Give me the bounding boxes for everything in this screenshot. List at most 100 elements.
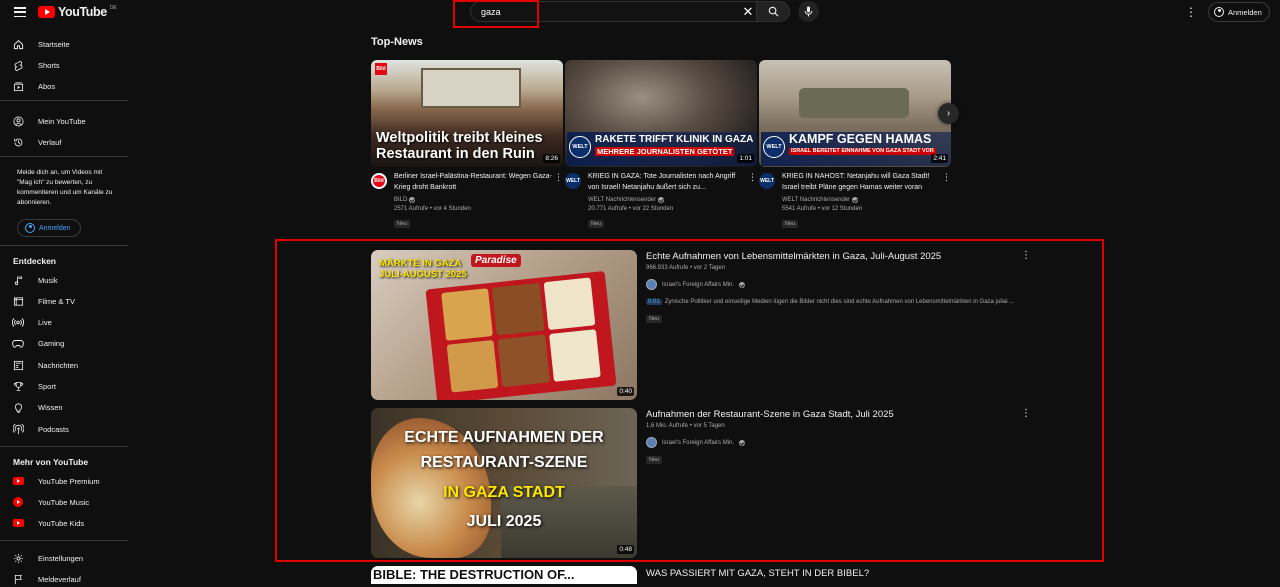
sidebar-item-label: Filme & TV bbox=[38, 296, 75, 306]
pastry-tray bbox=[492, 282, 545, 336]
sidebar-item-youtube-premium[interactable]: YouTube Premium bbox=[12, 473, 100, 489]
video-title[interactable]: KRIEG IN GAZA: Tote Journalisten nach An… bbox=[588, 172, 747, 193]
more-options-icon[interactable]: ⋮ bbox=[748, 172, 757, 182]
sidebar-item-label: Gaming bbox=[38, 338, 65, 348]
video-title[interactable]: KRIEG IN NAHOST: Netanjahu will Gaza Sta… bbox=[782, 172, 941, 193]
search-button[interactable] bbox=[756, 1, 790, 22]
channel-name-row[interactable]: BILD bbox=[394, 197, 553, 203]
video-views: 966.933 Aufrufe • vor 2 Tagen bbox=[646, 265, 726, 271]
sidebar-item-knowledge[interactable]: Wissen bbox=[12, 399, 63, 415]
youtube-logo[interactable]: YouTube DE bbox=[38, 5, 117, 19]
thumbnail-subcaption: MEHRERE JOURNALISTEN GETÖTET bbox=[595, 147, 735, 156]
sidebar-item-subscriptions[interactable]: Abos bbox=[12, 78, 55, 94]
sidebar-item-label: Nachrichten bbox=[38, 360, 79, 370]
channel-row[interactable]: Israel's Foreign Affairs Min. bbox=[646, 437, 1026, 448]
clear-search-icon[interactable]: ✕ bbox=[741, 5, 755, 19]
sidebar-divider bbox=[0, 540, 128, 541]
thumbnail-caption-line2: RESTAURANT-SZENE bbox=[420, 454, 588, 471]
sidebar-item-label: Sport bbox=[38, 381, 56, 391]
sidebar-item-live[interactable]: Live bbox=[12, 314, 52, 330]
sidebar-item-settings[interactable]: Einstellungen bbox=[12, 550, 83, 566]
account-icon bbox=[1214, 7, 1224, 17]
sidebar-item-my-youtube[interactable]: Mein YouTube bbox=[12, 113, 86, 129]
explore-heading: Entdecken bbox=[13, 256, 56, 266]
sign-in-label: Anmelden bbox=[1228, 7, 1262, 17]
thumbnail-caption: Weltpolitik treibt kleines Restaurant in… bbox=[376, 130, 543, 162]
news-card[interactable]: Bild Weltpolitik treibt kleines Restaura… bbox=[371, 60, 563, 230]
sidebar-item-label: YouTube Kids bbox=[38, 518, 85, 528]
snippet-text: Zynische Politiker und einseitige Medien… bbox=[664, 299, 1015, 305]
menu-icon[interactable] bbox=[12, 4, 28, 20]
sidebar-item-home[interactable]: Startseite bbox=[12, 36, 70, 52]
channel-avatar-welt[interactable]: WELT bbox=[759, 173, 775, 189]
video-title[interactable]: Berliner Israel-Palästina-Restaurant: We… bbox=[394, 172, 553, 193]
video-title[interactable]: Echte Aufnahmen von Lebensmittelmärkten … bbox=[646, 250, 1026, 263]
sidebar-item-report-history[interactable]: Meldeverlauf bbox=[12, 571, 81, 587]
video-thumbnail[interactable]: BIBLE: THE DESTRUCTION OF... bbox=[371, 566, 637, 584]
sidebar-item-sport[interactable]: Sport bbox=[12, 378, 56, 394]
video-title[interactable]: Aufnahmen der Restaurant-Szene in Gaza S… bbox=[646, 408, 1026, 421]
sidebar-item-label: Live bbox=[38, 317, 52, 327]
channel-avatar-welt[interactable]: WELT bbox=[565, 173, 581, 189]
sidebar-item-gaming[interactable]: Gaming bbox=[12, 335, 64, 351]
flag-icon bbox=[12, 573, 24, 585]
sign-in-label: Anmelden bbox=[39, 224, 71, 232]
thumbnail-caption-line1: ECHTE AUFNAHMEN DER bbox=[404, 429, 604, 446]
video-thumbnail[interactable]: WELT KAMPF GEGEN HAMAS ISRAEL BEREITET E… bbox=[759, 60, 951, 167]
channel-name-row[interactable]: WELT Nachrichtensender bbox=[588, 197, 747, 203]
video-thumbnail[interactable]: Bild Weltpolitik treibt kleines Restaura… bbox=[371, 60, 563, 167]
channel-row[interactable]: Israel's Foreign Affairs Min. bbox=[646, 279, 1026, 290]
video-views: 20.771 Aufrufe • vor 22 Stunden bbox=[588, 206, 674, 212]
sidebar-item-shorts[interactable]: Shorts bbox=[12, 57, 60, 73]
sidebar-item-youtube-music[interactable]: YouTube Music bbox=[12, 494, 89, 510]
gear-icon bbox=[12, 552, 24, 564]
video-thumbnail[interactable]: Paradise MÄRKTE IN GAZA JULI-AUGUST 2025… bbox=[371, 250, 637, 400]
sidebar-item-label: Podcasts bbox=[38, 424, 69, 434]
sidebar-item-music[interactable]: Musik bbox=[12, 272, 58, 288]
sidebar-item-podcasts[interactable]: Podcasts bbox=[12, 421, 69, 437]
carousel-next-button[interactable]: › bbox=[938, 103, 959, 124]
pastry-grid bbox=[441, 277, 601, 393]
sign-in-button[interactable]: Anmelden bbox=[1208, 2, 1270, 22]
snippet-timestamp[interactable]: 0:01 bbox=[646, 299, 662, 305]
channel-avatar-bild[interactable]: Bild bbox=[371, 173, 387, 189]
pastry-tray bbox=[446, 339, 499, 393]
video-title[interactable]: WAS PASSIERT MIT GAZA, STEHT IN DER BIBE… bbox=[646, 568, 869, 579]
subscriptions-icon bbox=[12, 80, 24, 92]
more-options-icon[interactable]: ⋮ bbox=[942, 172, 951, 182]
new-badge: Neu bbox=[394, 220, 411, 228]
sidebar-item-label: Shorts bbox=[38, 60, 60, 70]
video-thumbnail[interactable]: ECHTE AUFNAHMEN DER RESTAURANT-SZENE IN … bbox=[371, 408, 637, 558]
verified-icon bbox=[409, 197, 416, 203]
bild-avatar-mark: Bild bbox=[373, 175, 385, 187]
pastry-tray bbox=[548, 329, 601, 382]
more-options-icon[interactable]: ⋮ bbox=[1021, 408, 1031, 419]
sidebar-sign-in-button[interactable]: Anmelden bbox=[17, 219, 81, 237]
channel-name: WELT Nachrichtensender bbox=[588, 197, 657, 203]
more-options-icon[interactable]: ⋮ bbox=[1021, 250, 1031, 261]
sidebar-item-films-tv[interactable]: Filme & TV bbox=[12, 293, 75, 309]
news-card[interactable]: WELT RAKETE TRIFFT KLINIK IN GAZA MEHRER… bbox=[565, 60, 757, 230]
video-views: 5541 Aufrufe • vor 12 Stunden bbox=[782, 206, 863, 212]
shorts-icon bbox=[12, 59, 24, 71]
channel-avatar[interactable] bbox=[646, 437, 657, 448]
sidebar-item-history[interactable]: Verlauf bbox=[12, 134, 61, 150]
verified-icon bbox=[739, 281, 746, 288]
more-options-icon[interactable]: ⋮ bbox=[554, 172, 563, 182]
video-thumbnail[interactable]: WELT RAKETE TRIFFT KLINIK IN GAZA MEHRER… bbox=[565, 60, 757, 167]
channel-avatar[interactable] bbox=[646, 279, 657, 290]
sidebar-item-youtube-kids[interactable]: YouTube Kids bbox=[12, 515, 84, 531]
brand-label: Paradise bbox=[471, 254, 521, 267]
news-card[interactable]: WELT KAMPF GEGEN HAMAS ISRAEL BEREITET E… bbox=[759, 60, 951, 230]
logo-text: YouTube bbox=[58, 5, 107, 19]
more-options-icon[interactable]: ⋮ bbox=[1184, 5, 1198, 19]
sidebar-item-label: YouTube Music bbox=[38, 497, 90, 507]
thumbnail-caption-line4: JULI 2025 bbox=[466, 513, 542, 530]
video-snippet: 0:01 Zynische Politiker und einseitige Me… bbox=[646, 298, 1026, 307]
verified-icon bbox=[852, 197, 859, 203]
channel-name-row[interactable]: WELT Nachrichtensender bbox=[782, 197, 941, 203]
sidebar-item-label: Startseite bbox=[38, 39, 70, 49]
sidebar-item-news[interactable]: Nachrichten bbox=[12, 357, 78, 373]
new-badge: Neu bbox=[588, 220, 605, 228]
voice-search-button[interactable] bbox=[798, 1, 819, 22]
